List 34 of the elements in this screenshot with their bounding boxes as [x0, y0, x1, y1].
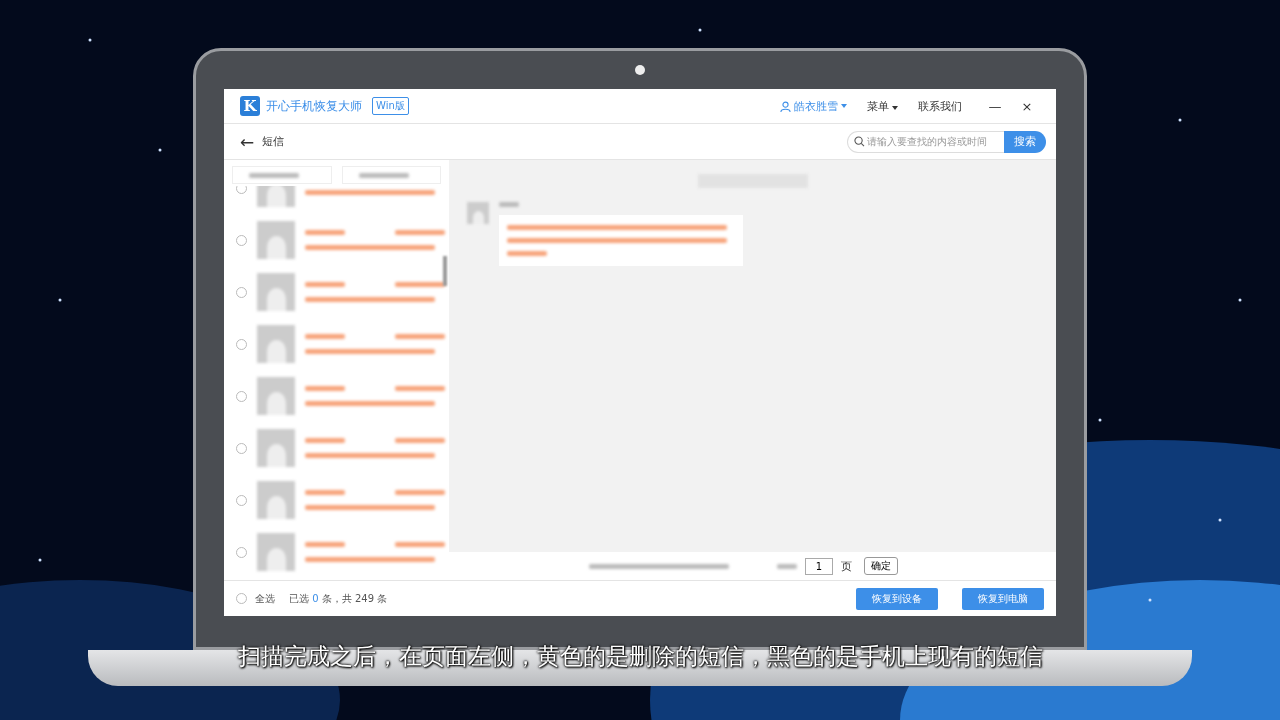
avatar-icon: [257, 533, 295, 571]
avatar-icon: [257, 325, 295, 363]
user-menu[interactable]: 皓衣胜雪: [779, 98, 847, 114]
user-icon: [779, 100, 791, 112]
page-unit: 页: [841, 558, 852, 574]
blurred-label: [777, 563, 797, 569]
minimize-button[interactable]: —: [982, 98, 1008, 114]
avatar-icon: [467, 202, 489, 224]
edition-badge: Win版: [372, 97, 409, 115]
page-input[interactable]: 1: [805, 557, 833, 575]
filter-dropdown[interactable]: [341, 166, 441, 184]
contact-link[interactable]: 联系我们: [918, 98, 962, 114]
subtitle: 扫描完成之后，在页面左侧，黄色的是删除的短信，黑色的是手机上现有的短信: [237, 643, 1043, 669]
select-all-label: 全选: [255, 591, 275, 606]
camera-icon: [635, 65, 645, 75]
app-logo: K: [240, 96, 260, 116]
close-button[interactable]: ×: [1014, 98, 1040, 114]
avatar-icon: [257, 481, 295, 519]
scroll-thumb[interactable]: [443, 256, 447, 286]
caret-icon: [840, 104, 847, 108]
caret-icon: [892, 105, 898, 110]
avatar-icon: [257, 221, 295, 259]
avatar-icon: [257, 273, 295, 311]
app-title: 开心手机恢复大师: [266, 97, 362, 115]
search-icon: [854, 136, 865, 147]
back-button[interactable]: ←: [240, 131, 255, 152]
confirm-button[interactable]: 确定: [864, 557, 898, 575]
avatar-icon: [257, 377, 295, 415]
page-title: 短信: [262, 134, 285, 149]
avatar-icon: [257, 429, 295, 467]
menu-button[interactable]: 菜单: [866, 98, 898, 114]
blurred-sender: [499, 202, 519, 207]
filter-dropdown[interactable]: [232, 166, 332, 184]
selection-summary: 已选 0 条，共 249 条: [289, 591, 388, 606]
